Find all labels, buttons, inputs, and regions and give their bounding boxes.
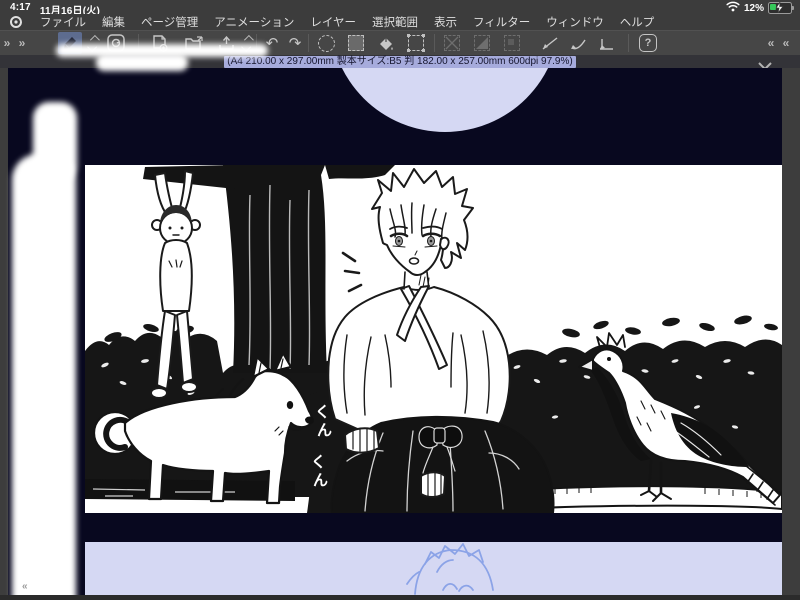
menu-selection[interactable]: 選択範囲: [372, 14, 418, 30]
deselect-icon: [440, 32, 464, 54]
menu-view[interactable]: 表示: [434, 14, 457, 30]
menu-layer[interactable]: レイヤー: [310, 14, 356, 30]
redo-icon[interactable]: ↷: [283, 32, 307, 54]
menu-bar: ファイル 編集 ページ管理 アニメーション レイヤー 選択範囲 表示 フィルター…: [0, 14, 800, 30]
wifi-icon: [726, 1, 740, 15]
select-circle-icon[interactable]: [314, 32, 338, 54]
collapse-panel-icon-2[interactable]: «: [779, 32, 793, 54]
battery-charging-icon: [768, 2, 794, 14]
invert-selection-icon: [470, 32, 494, 54]
svg-text:ん: ん: [317, 422, 332, 439]
menu-help[interactable]: ヘルプ: [620, 14, 655, 30]
menu-animation[interactable]: アニメーション: [214, 14, 294, 30]
pencil-sketch-head: [406, 543, 494, 595]
censor-stroke: [96, 54, 188, 71]
menu-edit[interactable]: 編集: [102, 14, 125, 30]
censor-stroke: [12, 154, 76, 600]
help-icon[interactable]: ?: [636, 32, 660, 54]
status-bar: 4:17 11月16日(火) 12%: [0, 0, 800, 17]
menu-filter[interactable]: フィルター: [473, 14, 530, 30]
bottom-collapse-icon[interactable]: «: [22, 581, 28, 592]
fill-bucket-icon[interactable]: [374, 32, 398, 54]
collapse-panel-icon[interactable]: «: [764, 32, 778, 54]
menu-file[interactable]: ファイル: [40, 14, 86, 30]
clip-studio-paint-app: 4:17 11月16日(火) 12% ファイル 編集 ページ管理 アニメーション…: [0, 0, 800, 600]
clip-studio-logo-icon[interactable]: [8, 14, 24, 30]
expand-panel-icon[interactable]: »: [0, 32, 14, 54]
shrink-selection-icon: [500, 32, 524, 54]
svg-text:く: く: [315, 404, 330, 421]
battery-percent: 12%: [743, 2, 764, 14]
document-info[interactable]: (A4 210.00 x 297.00mm 製本サイズ:B5 判 182.00 …: [224, 55, 576, 68]
canvas-viewport[interactable]: く ん く ん: [8, 68, 782, 595]
expand-panel-icon-2[interactable]: »: [15, 32, 29, 54]
manga-artwork: く ん く ん: [85, 165, 782, 514]
svg-text:く: く: [311, 454, 326, 471]
menu-page-management[interactable]: ページ管理: [141, 14, 198, 30]
next-page-area: [85, 542, 782, 595]
snap-special-ruler-icon[interactable]: [566, 32, 590, 54]
marquee-select-icon[interactable]: [344, 32, 368, 54]
manga-panel: く ん く ん: [85, 165, 782, 514]
bottom-edge-bar: [0, 595, 800, 600]
transform-icon[interactable]: [404, 32, 428, 54]
page-moon-circle: [330, 68, 560, 132]
snap-grid-icon[interactable]: [594, 32, 618, 54]
canvas-area[interactable]: く ん く ん: [0, 68, 800, 600]
snap-ruler-icon[interactable]: [538, 32, 562, 54]
menu-window[interactable]: ウィンドウ: [546, 14, 604, 30]
svg-text:ん: ん: [313, 472, 328, 489]
